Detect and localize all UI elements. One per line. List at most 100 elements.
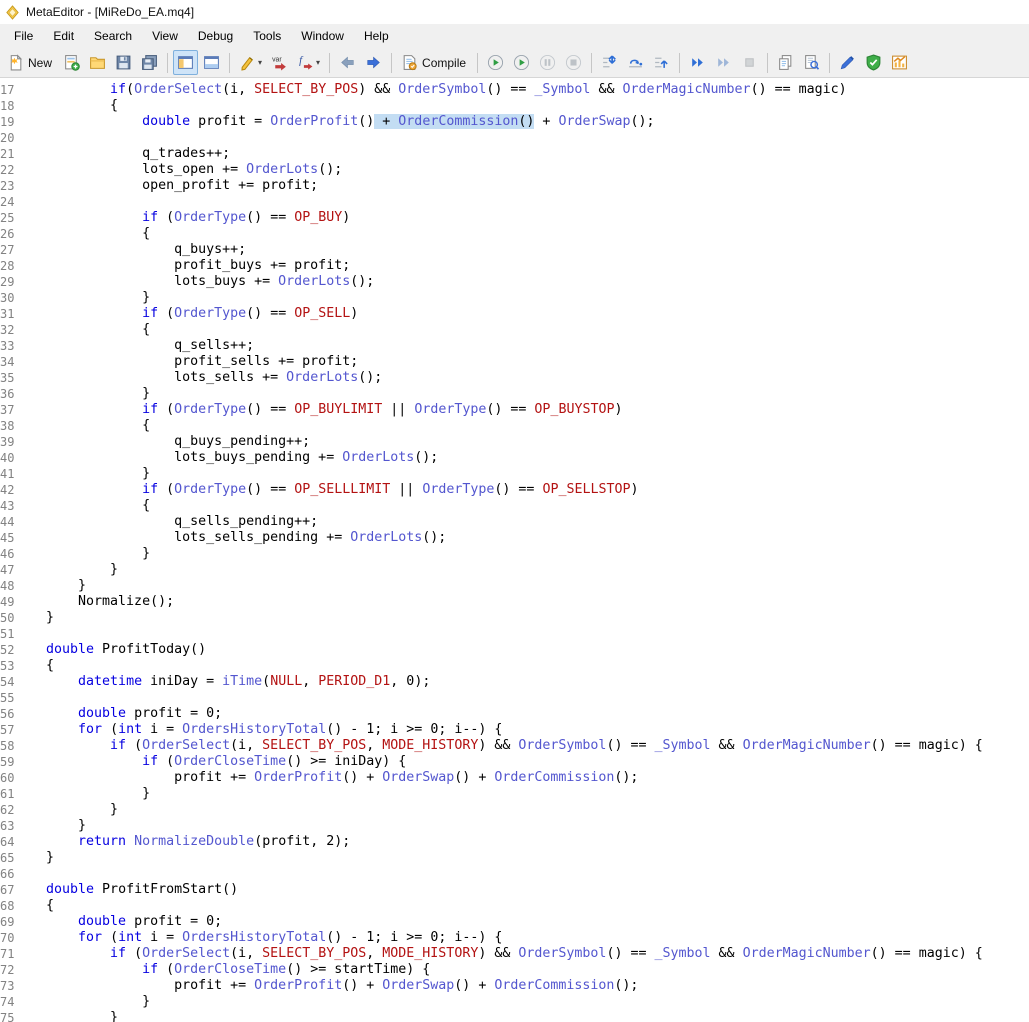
line-number[interactable]: 56 <box>0 706 17 722</box>
code-line[interactable]: q_trades++; <box>17 146 230 162</box>
debug-stop-button[interactable] <box>561 50 586 75</box>
code-line[interactable]: lots_open += OrderLots(); <box>17 162 342 178</box>
code-line[interactable] <box>17 866 46 882</box>
navigator-toggle-button[interactable] <box>173 50 198 75</box>
line-number[interactable]: 21 <box>0 146 17 162</box>
debug-history-button[interactable] <box>483 50 508 75</box>
line-number[interactable]: 49 <box>0 594 17 610</box>
code-line[interactable]: for (int i = OrdersHistoryTotal() - 1; i… <box>17 722 502 738</box>
line-number[interactable]: 68 <box>0 898 17 914</box>
line-number[interactable]: 52 <box>0 642 17 658</box>
line-number[interactable]: 36 <box>0 386 17 402</box>
toolbox-toggle-button[interactable] <box>199 50 224 75</box>
code-line[interactable] <box>17 194 46 210</box>
code-line[interactable] <box>17 626 46 642</box>
insert-snippet-button[interactable]: f▾ <box>293 50 324 75</box>
step-out-button[interactable] <box>649 50 674 75</box>
line-number[interactable]: 41 <box>0 466 17 482</box>
forward-button[interactable] <box>361 50 386 75</box>
code-line[interactable]: { <box>17 898 54 914</box>
copy-button[interactable] <box>773 50 798 75</box>
open-terminal-button[interactable] <box>887 50 912 75</box>
code-line[interactable]: } <box>17 994 150 1010</box>
line-number[interactable]: 19 <box>0 114 17 130</box>
code-line[interactable]: { <box>17 418 150 434</box>
search-in-files-button[interactable] <box>799 50 824 75</box>
line-number[interactable]: 61 <box>0 786 17 802</box>
line-number[interactable]: 38 <box>0 418 17 434</box>
code-line[interactable]: profit_buys += profit; <box>17 258 350 274</box>
line-number[interactable]: 58 <box>0 738 17 754</box>
code-line[interactable]: } <box>17 290 150 306</box>
code-editor[interactable]: 17 if(OrderSelect(i, SELECT_BY_POS) && O… <box>0 78 1029 1022</box>
code-line[interactable]: profit_sells += profit; <box>17 354 358 370</box>
line-number[interactable]: 73 <box>0 978 17 994</box>
code-line[interactable] <box>17 690 46 706</box>
code-line[interactable]: q_sells++; <box>17 338 254 354</box>
line-number[interactable]: 31 <box>0 306 17 322</box>
line-number[interactable]: 51 <box>0 626 17 642</box>
line-number[interactable]: 45 <box>0 530 17 546</box>
code-line[interactable]: return NormalizeDouble(profit, 2); <box>17 834 350 850</box>
code-line[interactable] <box>17 130 46 146</box>
step-into-button[interactable] <box>597 50 622 75</box>
code-line[interactable]: if(OrderSelect(i, SELECT_BY_POS) && Orde… <box>17 82 847 98</box>
run-to-cursor-button[interactable] <box>685 50 710 75</box>
code-line[interactable]: Normalize(); <box>17 594 174 610</box>
line-number[interactable]: 55 <box>0 690 17 706</box>
code-line[interactable]: open_profit += profit; <box>17 178 318 194</box>
menu-item-view[interactable]: View <box>142 25 188 47</box>
line-number[interactable]: 25 <box>0 210 17 226</box>
dropdown-arrow-icon[interactable]: ▾ <box>316 58 320 67</box>
menu-item-window[interactable]: Window <box>291 25 354 47</box>
line-number[interactable]: 64 <box>0 834 17 850</box>
code-line[interactable]: if (OrderType() == OP_BUY) <box>17 210 350 226</box>
line-number[interactable]: 32 <box>0 322 17 338</box>
line-number[interactable]: 33 <box>0 338 17 354</box>
line-number[interactable]: 44 <box>0 514 17 530</box>
virus-check-button[interactable] <box>861 50 886 75</box>
code-line[interactable]: lots_sells_pending += OrderLots(); <box>17 530 446 546</box>
menu-item-debug[interactable]: Debug <box>188 25 243 47</box>
line-number[interactable]: 72 <box>0 962 17 978</box>
styler-button[interactable]: ▾ <box>235 50 266 75</box>
code-line[interactable]: { <box>17 322 150 338</box>
toggle-breakpoint-button[interactable] <box>737 50 762 75</box>
line-number[interactable]: 39 <box>0 434 17 450</box>
code-line[interactable]: } <box>17 386 150 402</box>
code-line[interactable]: lots_sells += OrderLots(); <box>17 370 382 386</box>
line-number[interactable]: 47 <box>0 562 17 578</box>
code-line[interactable]: if (OrderSelect(i, SELECT_BY_POS, MODE_H… <box>17 946 983 962</box>
code-line[interactable]: double profit = 0; <box>17 914 222 930</box>
debug-start-button[interactable] <box>509 50 534 75</box>
code-line[interactable]: { <box>17 658 54 674</box>
code-line[interactable]: } <box>17 610 54 626</box>
code-line[interactable]: } <box>17 786 150 802</box>
code-line[interactable]: q_sells_pending++; <box>17 514 318 530</box>
code-line[interactable]: } <box>17 802 118 818</box>
code-line[interactable]: datetime iniDay = iTime(NULL, PERIOD_D1,… <box>17 674 430 690</box>
menu-item-edit[interactable]: Edit <box>43 25 84 47</box>
line-number[interactable]: 22 <box>0 162 17 178</box>
open-button[interactable] <box>85 50 110 75</box>
line-number[interactable]: 27 <box>0 242 17 258</box>
line-number[interactable]: 37 <box>0 402 17 418</box>
menu-item-help[interactable]: Help <box>354 25 399 47</box>
line-number[interactable]: 40 <box>0 450 17 466</box>
line-number[interactable]: 26 <box>0 226 17 242</box>
code-line[interactable]: if (OrderType() == OP_BUYLIMIT || OrderT… <box>17 402 623 418</box>
line-number[interactable]: 42 <box>0 482 17 498</box>
code-line[interactable]: } <box>17 850 54 866</box>
line-number[interactable]: 75 <box>0 1010 17 1022</box>
code-line[interactable]: lots_buys_pending += OrderLots(); <box>17 450 438 466</box>
line-number[interactable]: 66 <box>0 866 17 882</box>
back-button[interactable] <box>335 50 360 75</box>
line-number[interactable]: 74 <box>0 994 17 1010</box>
line-number[interactable]: 57 <box>0 722 17 738</box>
line-number[interactable]: 43 <box>0 498 17 514</box>
code-line[interactable]: if (OrderCloseTime() >= startTime) { <box>17 962 430 978</box>
line-number[interactable]: 63 <box>0 818 17 834</box>
code-line[interactable]: double ProfitFromStart() <box>17 882 238 898</box>
line-number[interactable]: 28 <box>0 258 17 274</box>
line-number[interactable]: 71 <box>0 946 17 962</box>
